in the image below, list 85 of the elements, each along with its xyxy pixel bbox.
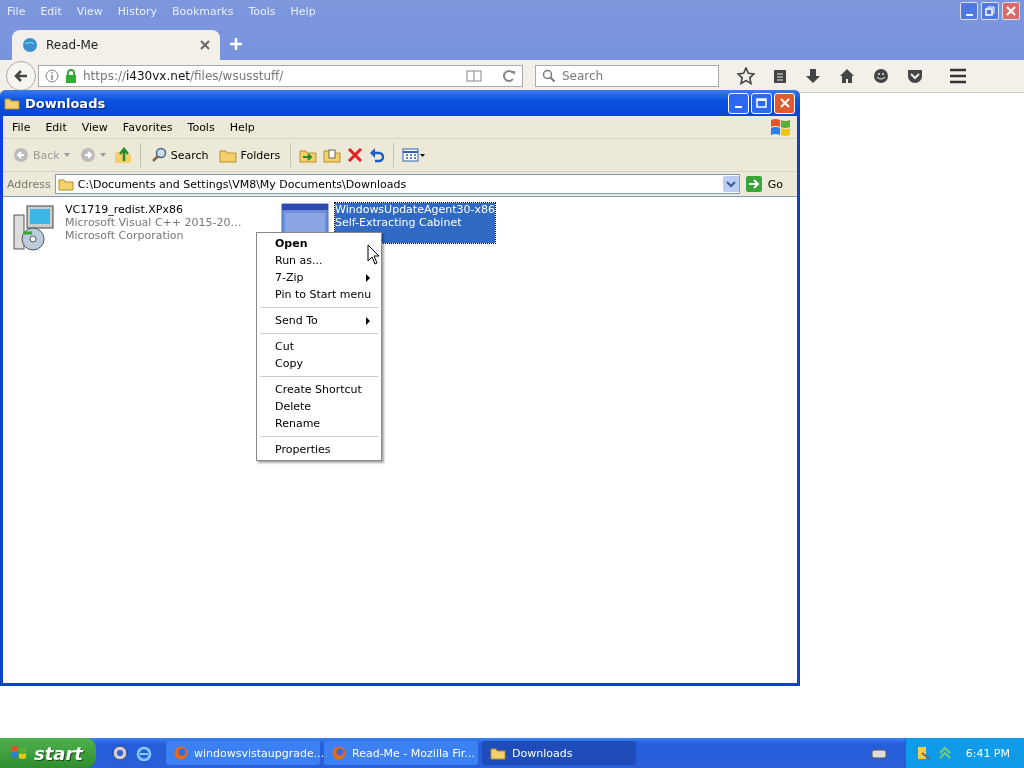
address-label: Address (7, 177, 51, 191)
windows-logo-icon (10, 745, 28, 761)
delete-icon[interactable] (347, 147, 364, 163)
home-icon[interactable] (839, 68, 855, 84)
info-icon (45, 69, 59, 83)
browser-tab[interactable]: Read-Me (12, 30, 220, 60)
tray-tool-icon[interactable] (915, 745, 932, 761)
search-button[interactable]: Search (148, 145, 211, 165)
file-detail: Microsoft Corporation (65, 229, 185, 242)
views-icon[interactable] (402, 147, 427, 163)
address-field[interactable]: C:\Documents and Settings\VM8\My Documents\Downloads (54, 174, 740, 194)
dropdown-icon[interactable] (722, 176, 739, 192)
clock: 6:41 PM (965, 746, 1010, 760)
folder-icon (218, 147, 237, 163)
smiley-icon[interactable] (873, 68, 889, 84)
menu-item[interactable]: Properties (259, 441, 379, 458)
submenu-arrow-icon (366, 274, 371, 282)
dropdown-arrow-icon (63, 153, 70, 157)
maximize-button[interactable] (751, 92, 772, 114)
menu-item[interactable]: Cut (259, 338, 379, 355)
browser-e-icon[interactable] (136, 745, 152, 761)
fox-globe-icon (174, 746, 188, 760)
menu-item[interactable]: Tools (187, 120, 215, 134)
folder-icon (57, 177, 74, 191)
close-icon[interactable] (200, 40, 210, 50)
star-icon[interactable] (737, 67, 755, 85)
media-player-icon[interactable] (112, 745, 128, 761)
folder-icon (4, 96, 20, 110)
reader-icon[interactable] (466, 70, 482, 82)
submenu-arrow-icon (366, 317, 371, 325)
undo-icon[interactable] (369, 147, 386, 163)
pocket-icon[interactable] (907, 68, 923, 84)
menu-item[interactable]: Open (259, 235, 379, 252)
download-icon[interactable] (805, 68, 821, 84)
close-icon (1006, 6, 1016, 16)
file-detail: Microsoft Visual C++ 2015-20… (65, 216, 242, 229)
menu-item[interactable]: Edit (45, 120, 67, 134)
fox-globe-icon (332, 746, 346, 760)
menu-item[interactable]: File (12, 120, 31, 134)
minimize-button[interactable] (960, 2, 978, 20)
file-detail: Self-Extracting Cabinet (335, 216, 463, 229)
menu-item[interactable]: 7-Zip (259, 269, 379, 286)
minimize-icon (965, 13, 973, 16)
menu-item[interactable]: Copy (259, 355, 379, 372)
keyboard-icon[interactable] (870, 747, 887, 759)
close-icon (779, 98, 790, 108)
menu-item[interactable]: Rename (259, 415, 379, 432)
go-arrow-icon (745, 176, 762, 192)
menu-item[interactable]: Help (229, 120, 255, 134)
taskbar-button[interactable]: Read-Me - Mozilla Fir... (324, 741, 478, 765)
dropdown-arrow-icon (99, 153, 106, 157)
go-button[interactable]: Go (743, 176, 793, 192)
folders-button[interactable]: Folders (216, 145, 283, 165)
menu-item[interactable]: Delete (259, 398, 379, 415)
move-to-folder-icon[interactable] (299, 147, 318, 163)
folder-icon (490, 746, 506, 760)
lock-icon (65, 69, 77, 83)
menu-item[interactable]: View (81, 120, 108, 134)
folder-up-icon[interactable] (113, 146, 132, 164)
globe-icon (22, 37, 38, 53)
new-tab-icon[interactable] (230, 38, 242, 50)
search-icon (150, 147, 167, 163)
url-field[interactable]: https://i430vx.net/files/wsusstuff/ (38, 65, 523, 87)
search-field[interactable]: Search (535, 65, 719, 87)
menu-item[interactable]: Send To (259, 312, 379, 329)
window-title: Downloads (25, 95, 106, 111)
back-arrow-icon (14, 69, 28, 83)
file-name[interactable]: WindowsUpdateAgent30-x86 (335, 203, 495, 216)
maximize-icon (756, 98, 767, 108)
close-button[interactable] (1002, 2, 1020, 20)
file-name[interactable]: VC1719_redist.XPx86 (65, 203, 242, 216)
restore-button[interactable] (981, 2, 999, 20)
copy-to-folder-icon[interactable] (323, 147, 342, 163)
minimize-icon (735, 105, 742, 108)
taskbar-button[interactable]: Downloads (482, 741, 636, 765)
back-button[interactable] (6, 61, 36, 91)
menu-item[interactable]: Create Shortcut (259, 381, 379, 398)
menu-item[interactable]: Pin to Start menu (259, 286, 379, 303)
search-icon (542, 69, 556, 83)
menu-item[interactable]: Favorites (122, 120, 173, 134)
reload-icon[interactable] (502, 69, 516, 83)
windows-logo-icon (769, 117, 791, 137)
clipboard-icon[interactable] (773, 68, 787, 84)
menu-icon[interactable] (949, 68, 967, 84)
restore-icon (985, 6, 995, 16)
